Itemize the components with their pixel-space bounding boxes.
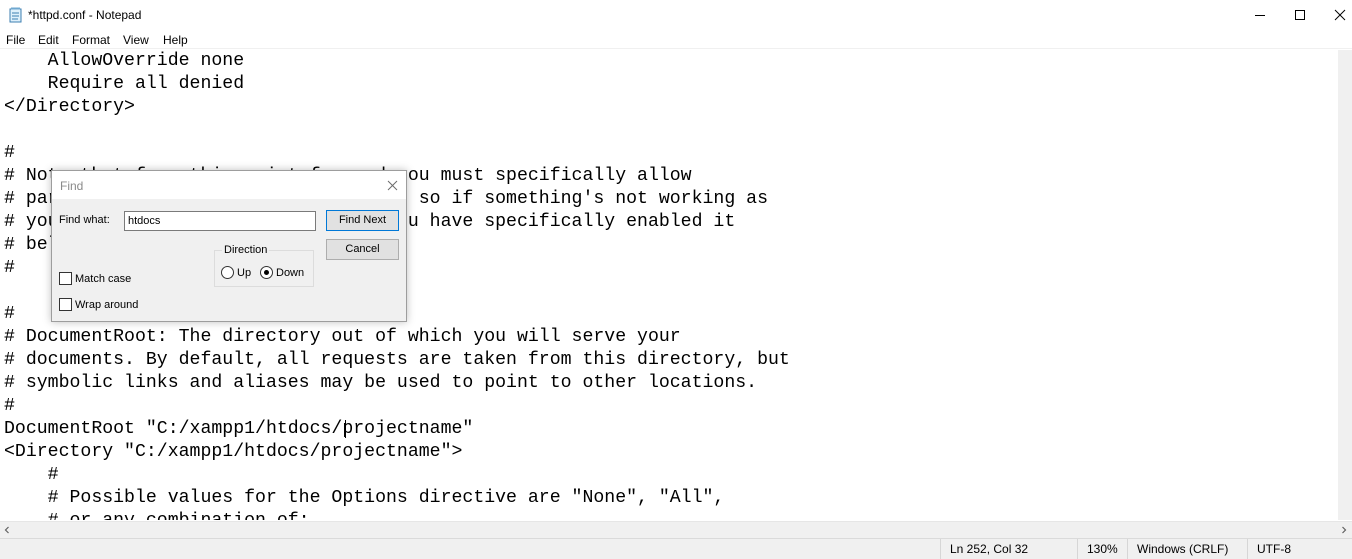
status-line-ending: Windows (CRLF) — [1127, 539, 1247, 559]
find-next-button[interactable]: Find Next — [326, 210, 399, 231]
editor-line: AllowOverride none — [4, 51, 245, 71]
editor-line: # Possible values for the Options direct… — [4, 488, 725, 508]
editor-line: # — [4, 396, 15, 416]
scroll-left-icon[interactable] — [3, 526, 11, 534]
find-dialog: Find Find what: Find Next Cancel Directi… — [51, 170, 407, 322]
status-bar: Ln 252, Col 32 130% Windows (CRLF) UTF-8 — [0, 538, 1352, 559]
match-case-checkbox[interactable] — [59, 272, 72, 285]
horizontal-scroll-thumb[interactable] — [16, 524, 1336, 536]
window-title: *httpd.conf - Notepad — [28, 8, 142, 22]
close-icon — [387, 180, 397, 190]
find-dialog-titlebar[interactable]: Find — [52, 171, 406, 199]
editor-line: <Directory "C:/xampp1/htdocs/projectname… — [4, 442, 463, 462]
scroll-right-icon[interactable] — [1340, 526, 1348, 534]
minimize-icon — [1255, 15, 1265, 16]
status-encoding: UTF-8 — [1247, 539, 1347, 559]
status-position: Ln 252, Col 32 — [940, 539, 1075, 559]
editor-line: Require all denied — [4, 74, 245, 94]
wrap-around-checkbox[interactable] — [59, 298, 72, 311]
vertical-scrollbar[interactable] — [1338, 50, 1352, 520]
editor-line: # — [4, 304, 15, 324]
direction-down-label[interactable]: Down — [276, 267, 304, 279]
editor-line: DocumentRoot "C:/xampp1/htdocs/projectna… — [4, 419, 474, 439]
menu-help[interactable]: Help — [163, 33, 188, 47]
status-zoom: 130% — [1077, 539, 1127, 559]
editor-line: # or any combination of: — [4, 510, 310, 520]
editor-line: </Directory> — [4, 97, 135, 117]
radio-selected-dot — [264, 270, 269, 275]
editor-line: # — [4, 258, 15, 278]
editor-line: # — [4, 465, 59, 485]
menu-view[interactable]: View — [123, 33, 149, 47]
find-what-label: Find what: — [59, 214, 110, 226]
close-button[interactable] — [1317, 0, 1352, 30]
menu-edit[interactable]: Edit — [38, 33, 59, 47]
editor-line: # DocumentRoot: The directory out of whi… — [4, 327, 681, 347]
maximize-icon — [1295, 10, 1305, 20]
find-dialog-title: Find — [60, 179, 84, 193]
find-dialog-body: Find what: Find Next Cancel Direction Up… — [52, 199, 406, 321]
wrap-around-label[interactable]: Wrap around — [75, 299, 138, 311]
notepad-app-icon — [9, 7, 22, 23]
find-dialog-close-button[interactable] — [382, 176, 402, 194]
cancel-button[interactable]: Cancel — [326, 239, 399, 260]
find-what-input[interactable] — [124, 211, 316, 231]
menu-bar: File Edit Format View Help — [0, 30, 1352, 49]
direction-group: Direction Up Down — [214, 244, 314, 287]
editor-line: # — [4, 143, 15, 163]
direction-label: Direction — [222, 244, 270, 256]
editor-line: # symbolic links and aliases may be used… — [4, 373, 758, 393]
menu-file[interactable]: File — [6, 33, 25, 47]
direction-down-radio[interactable] — [260, 266, 273, 279]
match-case-label[interactable]: Match case — [75, 273, 131, 285]
direction-up-radio[interactable] — [221, 266, 234, 279]
menu-format[interactable]: Format — [72, 33, 110, 47]
close-icon — [1334, 9, 1346, 21]
editor-line: # documents. By default, all requests ar… — [4, 350, 790, 370]
title-bar: *httpd.conf - Notepad — [0, 0, 1352, 30]
horizontal-scrollbar[interactable] — [0, 521, 1352, 538]
direction-up-label[interactable]: Up — [237, 267, 251, 279]
text-caret — [345, 420, 346, 438]
